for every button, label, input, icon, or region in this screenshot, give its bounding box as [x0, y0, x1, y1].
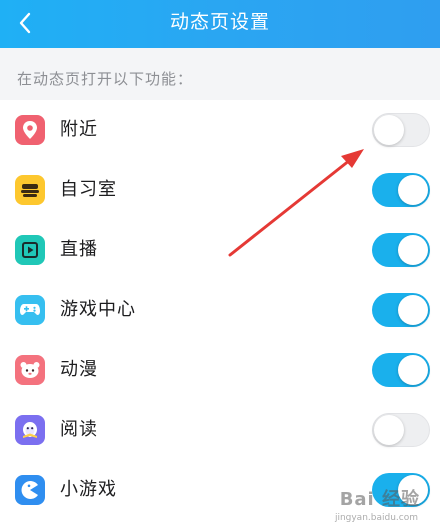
item-label: 动漫: [60, 359, 98, 380]
watermark-logo: Bai 经验: [339, 489, 420, 510]
toggle-knob: [374, 415, 404, 445]
page-title: 动态页设置: [169, 11, 270, 33]
header-bar: 动态页设置: [0, 0, 440, 48]
item-label: 游戏中心: [60, 299, 136, 320]
item-label: 自习室: [60, 179, 117, 200]
mini-game-icon: [15, 475, 45, 505]
toggle-switch[interactable]: [372, 233, 430, 267]
list-item-reading: 阅读: [0, 400, 440, 460]
list-item-live: 直播: [0, 220, 440, 280]
toggle-switch[interactable]: [372, 293, 430, 327]
section-label: 在动态页打开以下功能：: [17, 70, 194, 88]
toggle-switch[interactable]: [372, 413, 430, 447]
toggle-switch[interactable]: [372, 353, 430, 387]
item-label: 阅读: [60, 419, 98, 440]
toggle-knob: [398, 295, 428, 325]
list-item-nearby: 附近: [0, 100, 440, 160]
reading-icon: [15, 415, 45, 445]
item-label: 小游戏: [60, 479, 117, 500]
toggle-knob: [374, 115, 404, 145]
item-label: 附近: [60, 119, 98, 140]
anime-face-icon: [15, 355, 45, 385]
watermark-url: jingyan.baidu.com: [334, 513, 418, 523]
toggle-knob: [398, 175, 428, 205]
toggle-knob: [398, 355, 428, 385]
list-item-study-room: 自习室: [0, 160, 440, 220]
item-label: 直播: [60, 239, 98, 260]
list-item-game-center: 游戏中心: [0, 280, 440, 340]
toggle-switch[interactable]: [372, 113, 430, 147]
toggle-switch[interactable]: [372, 173, 430, 207]
location-pin-icon: [15, 115, 45, 145]
feature-list: 附近 自习室 直播 游戏中心 动漫 阅读 小游戏: [0, 100, 440, 527]
live-broadcast-icon: [15, 235, 45, 265]
list-item-anime: 动漫: [0, 340, 440, 400]
study-room-icon: [15, 175, 45, 205]
gamepad-icon: [15, 295, 45, 325]
toggle-knob: [398, 235, 428, 265]
